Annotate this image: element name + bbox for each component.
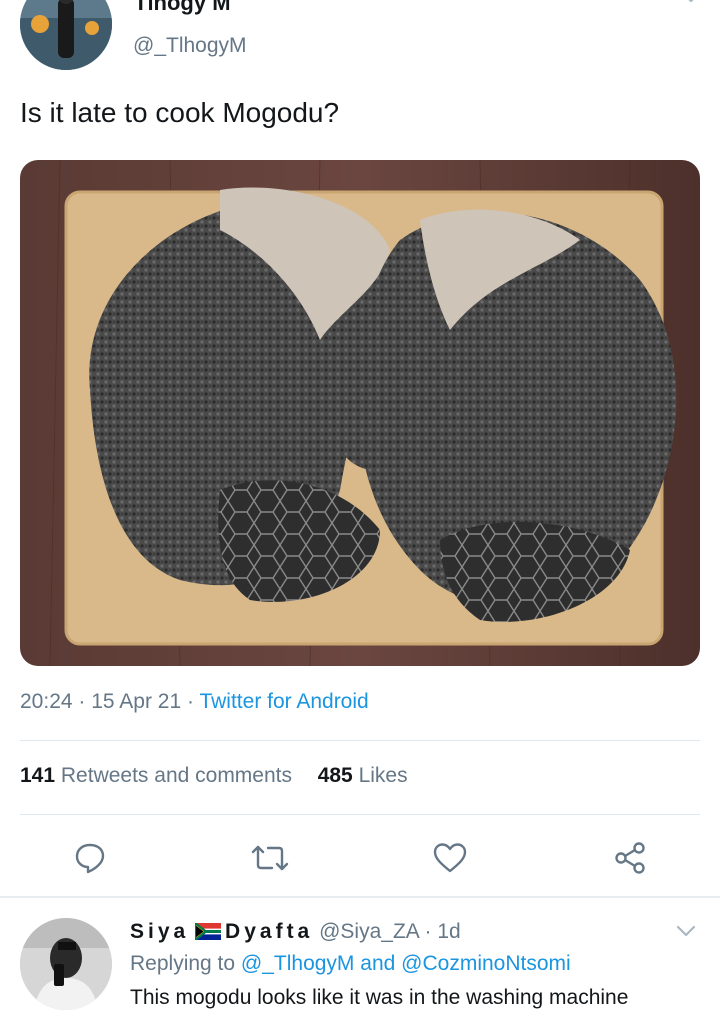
tweet-media-image[interactable]: [20, 160, 700, 666]
author-avatar[interactable]: [20, 0, 112, 70]
divider: [20, 740, 700, 741]
author-avatar-image: [20, 0, 112, 70]
reply-tweet[interactable]: Siya Dyafta @Siya_ZA · 1d Replying to @_…: [0, 900, 720, 1017]
replying-to-user-2[interactable]: @CozminoNtsomi: [401, 952, 571, 975]
tweet-header: Tlhogy M @_TlhogyM: [0, 0, 720, 80]
author-handle[interactable]: @_TlhogyM: [133, 34, 247, 58]
chevron-down-icon[interactable]: [680, 0, 702, 8]
reply-author-avatar[interactable]: [20, 918, 112, 1010]
tweet-action-bar: [0, 836, 720, 880]
replying-to-and: and: [360, 952, 396, 975]
retweets-label: Retweets and comments: [60, 764, 292, 787]
reply-author-handle[interactable]: @Siya_ZA: [319, 920, 419, 943]
likes-label: Likes: [358, 764, 408, 787]
tweet-source-link[interactable]: Twitter for Android: [199, 690, 368, 713]
replying-to-prefix: Replying to: [130, 952, 236, 975]
tweet-meta: 20:24 · 15 Apr 21 · Twitter for Android: [20, 690, 369, 714]
like-icon[interactable]: [428, 836, 472, 880]
reply-age: 1d: [437, 920, 461, 943]
replying-to: Replying to @_TlhogyM and @CozminoNtsomi: [130, 952, 571, 976]
retweet-icon[interactable]: [248, 836, 292, 880]
author-display-name[interactable]: Tlhogy M: [134, 0, 231, 14]
replying-to-user-1[interactable]: @_TlhogyM: [241, 952, 355, 975]
reply-avatar-image: [20, 918, 112, 1010]
meta-separator: ·: [78, 690, 86, 713]
retweets-count: 141: [20, 764, 56, 787]
likes-count: 485: [317, 764, 353, 787]
reply-header: Siya Dyafta @Siya_ZA · 1d: [130, 920, 461, 944]
south-africa-flag-icon: [195, 923, 222, 940]
share-icon[interactable]: [608, 836, 652, 880]
reply-text: This mogodu looks like it was in the was…: [130, 986, 629, 1009]
chevron-down-icon[interactable]: [675, 920, 697, 942]
reply-separator: ·: [424, 920, 432, 943]
reply-author-name-part1[interactable]: Siya: [130, 920, 189, 943]
reply-author-name-part2[interactable]: Dyafta: [225, 920, 313, 943]
likes-stat[interactable]: 485 Likes: [318, 764, 408, 787]
tweet-text: Is it late to cook Mogodu?: [20, 97, 340, 128]
retweets-stat[interactable]: 141 Retweets and comments: [20, 764, 292, 787]
tweet-date: 15 Apr 21: [91, 690, 182, 713]
reply-icon[interactable]: [68, 836, 112, 880]
meta-separator-2: ·: [187, 690, 194, 713]
divider: [20, 814, 700, 815]
section-separator: [0, 896, 720, 898]
tweet-time: 20:24: [20, 690, 73, 713]
tweet-stats: 141 Retweets and comments 485 Likes: [20, 764, 408, 788]
